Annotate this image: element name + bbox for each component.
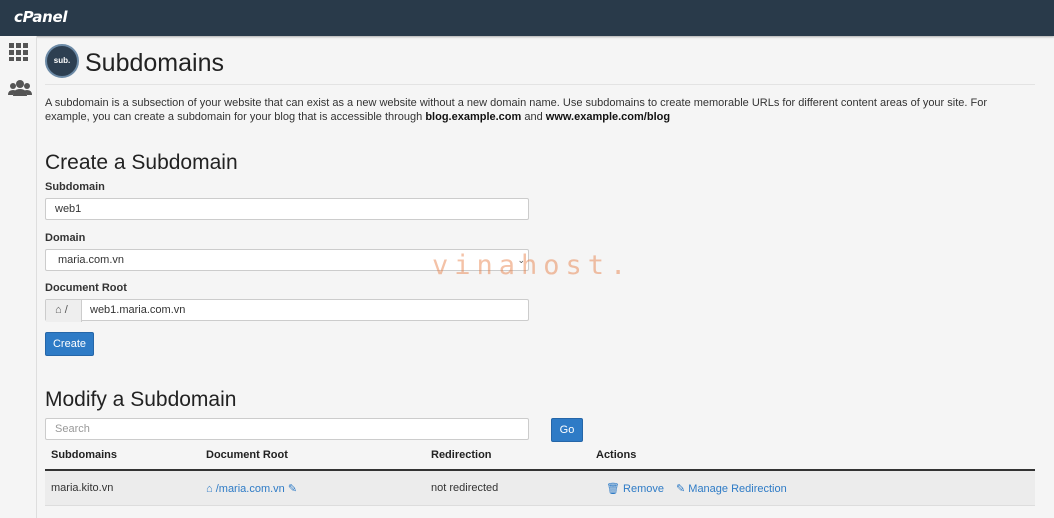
- users-icon[interactable]: [8, 78, 32, 98]
- remove-link[interactable]: 🗑 Remove: [606, 482, 664, 495]
- row-subdomain: maria.kito.vn: [51, 482, 114, 494]
- subdomain-input[interactable]: web1: [45, 198, 529, 220]
- document-root-value: web1.maria.com.vn: [90, 304, 186, 316]
- subdomains-badge-icon: sub.: [45, 44, 79, 78]
- remove-label: Remove: [623, 483, 664, 495]
- document-root-label: Document Root: [45, 282, 127, 294]
- page-header: sub. Subdomains: [45, 44, 1035, 85]
- sidebar: [0, 36, 37, 518]
- intro-example-1: blog.example.com: [425, 111, 522, 123]
- row-document-root-link[interactable]: ⌂ /maria.com.vn ✎: [206, 482, 297, 495]
- manage-redirection-label: Manage Redirection: [688, 483, 787, 495]
- cpanel-logo[interactable]: cPanel: [14, 8, 68, 26]
- home-icon: ⌂: [206, 483, 213, 495]
- column-header-document-root[interactable]: Document Root: [206, 449, 288, 461]
- row-document-root: /maria.com.vn: [215, 483, 285, 495]
- create-button[interactable]: Create: [45, 332, 94, 356]
- column-header-redirection[interactable]: Redirection: [431, 449, 492, 461]
- grid-icon[interactable]: [8, 42, 30, 62]
- row-redirection: not redirected: [431, 482, 499, 494]
- vinahost-watermark: vinahost.: [432, 250, 633, 281]
- document-root-prefix-slash: /: [64, 304, 68, 316]
- trash-icon: 🗑: [606, 483, 620, 495]
- subdomain-label: Subdomain: [45, 181, 105, 193]
- document-root-input[interactable]: ⌂ / web1.maria.com.vn: [45, 299, 529, 322]
- go-button[interactable]: Go: [551, 418, 583, 442]
- top-navbar: cPanel: [0, 0, 1054, 36]
- search-input[interactable]: Search: [45, 418, 529, 440]
- table-row: maria.kito.vn ⌂ /maria.com.vn ✎ not redi…: [45, 471, 1035, 506]
- modify-subdomain-heading: Modify a Subdomain: [45, 388, 237, 411]
- home-icon: ⌂: [55, 304, 62, 316]
- domain-label: Domain: [45, 232, 86, 244]
- domain-select-value: maria.com.vn: [58, 254, 125, 266]
- column-header-actions: Actions: [596, 449, 637, 461]
- create-subdomain-heading: Create a Subdomain: [45, 151, 238, 174]
- intro-example-2: www.example.com/blog: [545, 111, 671, 123]
- pencil-icon: ✎: [676, 483, 686, 495]
- column-header-subdomains[interactable]: Subdomains: [51, 449, 117, 461]
- page-title: Subdomains: [85, 49, 224, 77]
- intro-and: and: [521, 111, 546, 123]
- pencil-icon[interactable]: ✎: [288, 483, 297, 495]
- document-root-prefix: ⌂ /: [46, 300, 82, 322]
- intro-text: A subdomain is a subsection of your webs…: [45, 96, 1025, 124]
- manage-redirection-link[interactable]: ✎ Manage Redirection: [676, 482, 787, 495]
